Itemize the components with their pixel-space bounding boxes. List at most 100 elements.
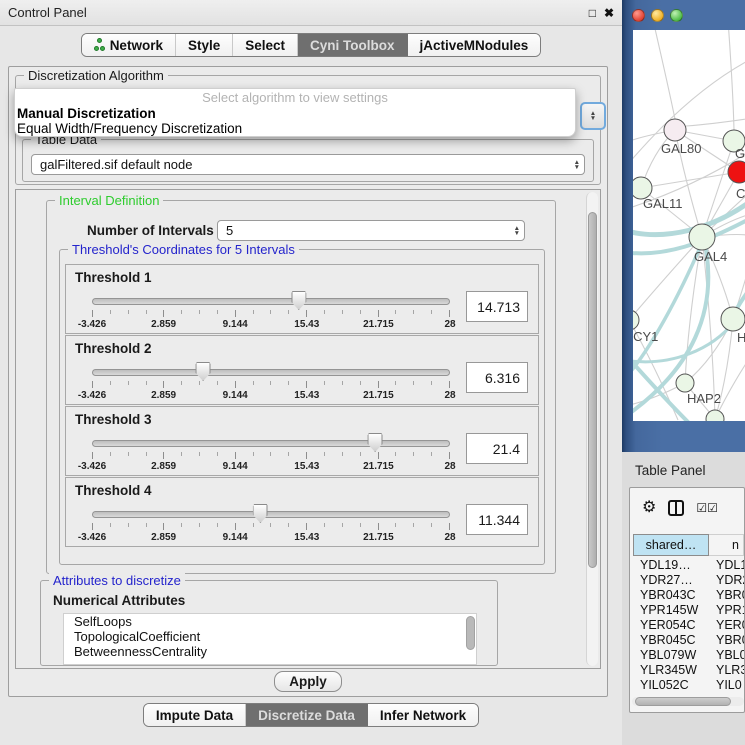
slider-scale-labels: -3.4262.8599.14415.4321.71528	[92, 461, 450, 473]
cell-name[interactable]: YLR3	[709, 663, 744, 678]
table-row[interactable]: YLR345WYLR3	[633, 663, 744, 678]
table-row[interactable]: YBL079WYBL0	[633, 648, 744, 663]
algorithm-option[interactable]: Manual Discretization	[15, 106, 575, 121]
interval-definition-title: Interval Definition	[55, 193, 163, 208]
numerical-attributes-list[interactable]: SelfLoopsTopologicalCoefficientBetweenne…	[63, 613, 477, 665]
cell-name[interactable]: YER0	[709, 618, 744, 633]
cell-name[interactable]: YBR0	[709, 633, 744, 648]
cell-shared-name[interactable]: YBR045C	[633, 633, 709, 648]
attribute-list-item[interactable]: BetweennessCentrality	[64, 644, 476, 659]
table-horizontal-scrollbar[interactable]	[632, 697, 744, 706]
table-row[interactable]: YPR145WYPR1	[633, 603, 744, 618]
cell-name[interactable]: YPR1	[709, 603, 744, 618]
algorithm-combobox-stepper[interactable]: ▲▼	[580, 102, 606, 130]
network-node-gal80[interactable]	[664, 119, 686, 141]
scrollbar-thumb[interactable]	[588, 212, 597, 568]
network-node-h[interactable]	[721, 307, 745, 331]
table-row[interactable]: YDR27…YDR2	[633, 573, 744, 588]
bottom-tab-bar: Impute Data Discretize DataInfer Network	[0, 703, 622, 727]
tab-cyni-toolbox[interactable]: Cyni Toolbox	[298, 34, 408, 56]
slider-scale-labels: -3.4262.8599.14415.4321.71528	[92, 390, 450, 402]
discretization-algorithm-title: Discretization Algorithm	[24, 68, 168, 83]
threshold-slider-track[interactable]	[92, 511, 450, 518]
cell-shared-name[interactable]: YER054C	[633, 618, 709, 633]
threshold-value-field[interactable]: 14.713	[466, 291, 528, 322]
network-node-gal4[interactable]	[689, 224, 715, 250]
close-window-icon[interactable]: ✖	[604, 7, 614, 19]
tab-network[interactable]: Network	[82, 34, 176, 56]
threshold-slider-thumb[interactable]	[291, 291, 306, 310]
algorithm-placeholder-option[interactable]: Select algorithm to view settings	[15, 89, 575, 106]
network-node-c[interactable]	[728, 161, 745, 183]
table-data-selected-value: galFiltered.sif default node	[40, 157, 192, 172]
split-columns-icon[interactable]	[668, 500, 684, 516]
minimize-traffic-icon[interactable]	[651, 9, 664, 22]
threshold-slider-thumb[interactable]	[253, 504, 268, 523]
table-panel-title: Table Panel	[635, 463, 706, 478]
gear-icon[interactable]: ⚙	[642, 500, 656, 516]
threshold-slider-track[interactable]	[92, 298, 450, 305]
cell-name[interactable]: YIL0	[709, 678, 744, 693]
attributes-list-scrollbar[interactable]	[466, 616, 475, 650]
threshold-value-field[interactable]: 21.4	[466, 433, 528, 464]
attribute-list-item[interactable]: TopologicalCoefficient	[64, 629, 476, 644]
table-row[interactable]: YIL052CYIL0	[633, 678, 744, 693]
algorithm-option[interactable]: Equal Width/Frequency Discretization	[15, 121, 575, 136]
threshold-panel-2: Threshold 2-3.4262.8599.14415.4321.71528…	[65, 335, 539, 405]
node-label: GAL11	[643, 196, 683, 211]
scrollbar-thumb[interactable]	[635, 697, 731, 706]
node-label: C	[736, 186, 745, 201]
tab-style[interactable]: Style	[176, 34, 233, 56]
tab-label: Impute Data	[156, 708, 233, 723]
apply-button[interactable]: Apply	[274, 671, 342, 692]
cell-shared-name[interactable]: YBL079W	[633, 648, 709, 663]
cell-name[interactable]: YDR2	[709, 573, 744, 588]
node-label: GAL80	[661, 141, 701, 156]
zoom-traffic-icon[interactable]	[670, 9, 683, 22]
table-row[interactable]: YDL19…YDL1	[633, 558, 744, 573]
threshold-slider-thumb[interactable]	[196, 362, 211, 381]
cell-name[interactable]: YBR0	[709, 588, 744, 603]
tab-label: Select	[245, 38, 285, 53]
attribute-list-item[interactable]: SelfLoops	[64, 614, 476, 629]
threshold-slider-thumb[interactable]	[368, 433, 383, 452]
table-panel: ⚙ ☑☑ shared… n YDL19…YDL1YDR27…YDR2YBR04…	[629, 487, 745, 713]
tab-infer-network[interactable]: Infer Network	[368, 704, 478, 726]
table-row[interactable]: YBR043CYBR0	[633, 588, 744, 603]
panel-vertical-scrollbar[interactable]	[586, 192, 598, 666]
threshold-value-field[interactable]: 11.344	[466, 504, 528, 535]
network-node-gcy1[interactable]	[633, 310, 639, 330]
threshold-slider-track[interactable]	[92, 369, 450, 376]
column-header-name[interactable]: n	[709, 534, 744, 556]
table-row[interactable]: YER054CYER0	[633, 618, 744, 633]
number-of-intervals-combobox[interactable]: 5 ▲▼	[217, 220, 525, 241]
network-canvas[interactable]: GAL80GACGAL11GAL4GCY1HHAP2	[633, 30, 745, 421]
cell-shared-name[interactable]: YIL052C	[633, 678, 709, 693]
close-traffic-icon[interactable]	[632, 9, 645, 22]
cell-shared-name[interactable]: YLR345W	[633, 663, 709, 678]
column-header-shared-name[interactable]: shared…	[633, 534, 709, 556]
tab-discretize-data[interactable]: Discretize Data	[246, 704, 368, 726]
tab-jactivemnodules[interactable]: jActiveMNodules	[408, 34, 541, 56]
cell-name[interactable]: YBL0	[709, 648, 744, 663]
float-window-icon[interactable]: □	[589, 7, 596, 19]
threshold-value-field[interactable]: 6.316	[466, 362, 528, 393]
control-panel-titlebar: Control Panel □ ✖	[0, 0, 622, 26]
stepper-arrows-icon: ▲▼	[568, 160, 580, 170]
stepper-arrows-icon: ▲▼	[508, 226, 520, 236]
cell-shared-name[interactable]: YDR27…	[633, 573, 709, 588]
cell-shared-name[interactable]: YDL19…	[633, 558, 709, 573]
cell-name[interactable]: YDL1	[709, 558, 744, 573]
checkbox-icons[interactable]: ☑☑	[696, 501, 718, 515]
tab-impute-data[interactable]: Impute Data	[144, 704, 246, 726]
threshold-slider-track[interactable]	[92, 440, 450, 447]
cell-shared-name[interactable]: YPR145W	[633, 603, 709, 618]
threshold-coordinates-group: Threshold's Coordinates for 5 Intervals …	[59, 249, 545, 565]
network-graph: GAL80GACGAL11GAL4GCY1HHAP2	[633, 30, 745, 421]
slider-tick-marks	[92, 381, 450, 389]
tab-select[interactable]: Select	[233, 34, 298, 56]
network-node-hap2[interactable]	[676, 374, 694, 392]
cell-shared-name[interactable]: YBR043C	[633, 588, 709, 603]
table-data-combobox[interactable]: galFiltered.sif default node ▲▼	[31, 154, 585, 175]
table-row[interactable]: YBR045CYBR0	[633, 633, 744, 648]
